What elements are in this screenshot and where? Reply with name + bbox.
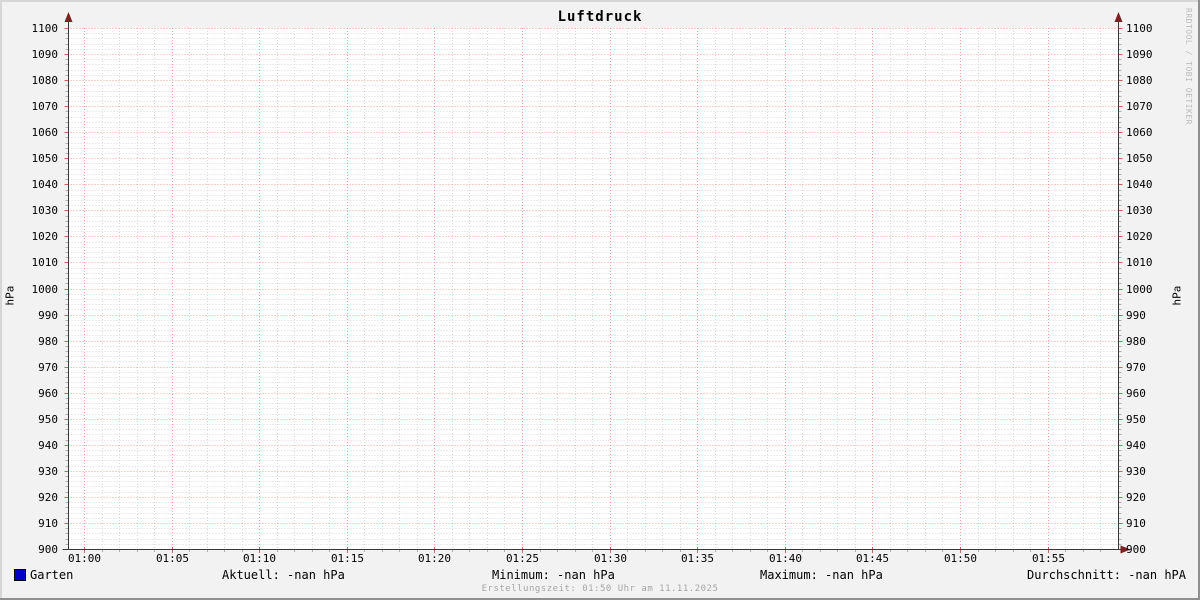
y-axis-label: 1070 xyxy=(1126,99,1153,113)
legend-series-label: Garten xyxy=(30,568,74,582)
y-axis-label: 1100 xyxy=(1126,21,1153,35)
y-axis-label: 1030 xyxy=(1126,203,1153,217)
stat-maximum: Maximum: -nan hPa xyxy=(760,568,883,582)
y-axis-label: 960 xyxy=(38,386,58,400)
y-axis-label: 1060 xyxy=(1126,125,1153,139)
y-axis-label: 960 xyxy=(1126,386,1146,400)
y-axis-label: 1080 xyxy=(31,73,59,87)
y-axis-label: 1050 xyxy=(1126,151,1153,165)
x-axis-label: 01:00 xyxy=(67,552,102,565)
y-axis-label: 900 xyxy=(1126,542,1146,556)
y-axis-label: 1090 xyxy=(31,47,59,61)
y-axis-label: 990 xyxy=(38,308,58,322)
chart-title: Luftdruck xyxy=(557,9,643,25)
y-axis-unit-right: hPa xyxy=(1170,285,1184,306)
y-axis-label: 900 xyxy=(38,542,58,556)
y-axis-label: 1080 xyxy=(1126,73,1153,87)
x-axis-label: 01:55 xyxy=(1031,552,1066,565)
y-axis-label: 1050 xyxy=(31,151,59,165)
y-axis-label: 940 xyxy=(1126,438,1146,452)
y-axis-label: 970 xyxy=(38,360,58,374)
x-axis-label: 01:40 xyxy=(768,552,803,565)
y-axis-label: 930 xyxy=(38,464,58,478)
y-axis-label: 910 xyxy=(38,516,58,530)
y-axis-label: 940 xyxy=(38,438,58,452)
legend-color-swatch xyxy=(14,569,26,581)
y-axis-label: 920 xyxy=(38,490,58,504)
y-axis-label: 1030 xyxy=(31,203,59,217)
y-axis-label: 950 xyxy=(1126,412,1146,426)
y-axis-label: 1040 xyxy=(31,177,59,191)
stat-minimum: Minimum: -nan hPa xyxy=(492,568,615,582)
y-axis-label: 950 xyxy=(38,412,58,426)
y-axis-label: 930 xyxy=(1126,464,1146,478)
x-axis-label: 01:20 xyxy=(417,552,452,565)
x-axis-label: 01:45 xyxy=(855,552,890,565)
stat-aktuell: Aktuell: -nan hPa xyxy=(222,568,345,582)
y-axis-label: 970 xyxy=(1126,360,1146,374)
x-axis-label: 01:35 xyxy=(680,552,715,565)
x-axis-label: 01:10 xyxy=(242,552,277,565)
stat-durchschnitt: Durchschnitt: -nan hPA xyxy=(1027,568,1186,582)
y-axis-label: 1020 xyxy=(1126,229,1153,243)
y-axis-label: 1010 xyxy=(1126,255,1153,269)
y-axis-label: 1040 xyxy=(1126,177,1153,191)
y-axis-label: 1020 xyxy=(31,229,59,243)
creation-time-note: Erstellungszeit: 01:50 Uhr am 11.11.2025 xyxy=(481,584,719,594)
y-axis-label: 980 xyxy=(38,334,58,348)
y-axis-label: 980 xyxy=(1126,334,1146,348)
rrdtool-watermark: RRDTOOL / TOBI OETIKER xyxy=(1184,8,1193,125)
x-axis-label: 01:50 xyxy=(943,552,978,565)
y-axis-label: 1070 xyxy=(31,99,59,113)
x-axis-label: 01:15 xyxy=(330,552,365,565)
shade-edge-top xyxy=(0,0,1200,2)
shade-edge-left xyxy=(0,0,2,600)
y-axis-unit-left: hPa xyxy=(3,285,17,306)
y-axis-label: 1000 xyxy=(31,282,59,296)
y-axis-label: 1000 xyxy=(1126,282,1153,296)
x-axis-label: 01:05 xyxy=(155,552,190,565)
y-axis-label: 1060 xyxy=(31,125,59,139)
y-axis-label: 1100 xyxy=(31,21,59,35)
y-axis-label: 1090 xyxy=(1126,47,1153,61)
x-axis-label: 01:30 xyxy=(593,552,628,565)
y-axis-label: 990 xyxy=(1126,308,1146,322)
plot-area xyxy=(62,12,1131,554)
rrdtool-graph: Luftdruck hPa hPa 900 910 920 930 940 950 960 9… xyxy=(0,0,1200,600)
y-axis-label: 1010 xyxy=(31,255,59,269)
y-axis-label: 920 xyxy=(1126,490,1146,504)
y-axis-label: 910 xyxy=(1126,516,1146,530)
x-axis-label: 01:25 xyxy=(505,552,540,565)
